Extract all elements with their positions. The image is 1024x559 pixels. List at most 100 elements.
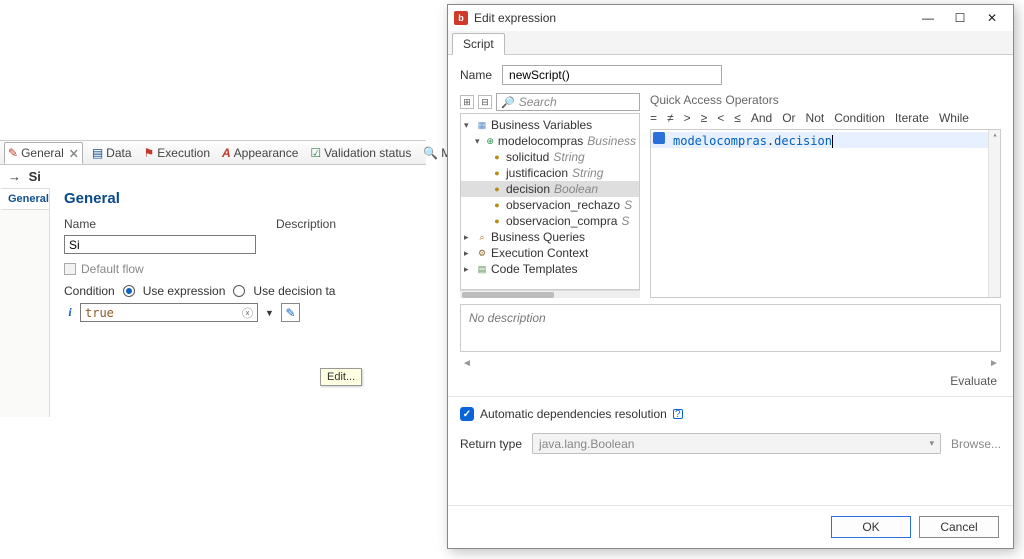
database-icon: ▦ [476, 119, 488, 131]
tree-scrollbar[interactable] [460, 290, 640, 298]
tree-node-field[interactable]: ● solicitudString [461, 149, 639, 165]
tree-label: justificacion [506, 166, 568, 180]
help-icon[interactable]: ? [673, 409, 683, 419]
tab-label: Execution [157, 146, 210, 160]
tree-node-business-variables[interactable]: ▾ ▦ Business Variables [461, 117, 639, 133]
pencil-icon: ✎ [285, 306, 295, 320]
view-tab-bar: ✎ General ⨯ ▤ Data ⚑ Execution A Appeara… [0, 141, 426, 165]
field-icon: ● [491, 215, 503, 227]
context-icon: ⚙ [476, 247, 488, 259]
tab-data[interactable]: ▤ Data [89, 142, 135, 164]
tab-script[interactable]: Script [452, 33, 505, 55]
editor-vscrollbar[interactable]: ▴ [988, 130, 1000, 297]
titlebar: b Edit expression — ☐ ✕ [448, 5, 1013, 31]
expand-all-button[interactable]: ⊞ [460, 95, 474, 109]
op-ne[interactable]: ≠ [667, 111, 674, 125]
op-ge[interactable]: ≥ [701, 111, 708, 125]
general-form: General Name Description Default flow Co [50, 188, 426, 417]
collapse-all-button[interactable]: ⊟ [478, 95, 492, 109]
field-icon: ● [491, 199, 503, 211]
breadcrumb: → Si [0, 165, 426, 188]
tooltip: Edit... [320, 368, 362, 386]
clear-icon[interactable]: ⓧ [242, 305, 253, 321]
edit-expression-dialog: b Edit expression — ☐ ✕ Script Name ⊞ [447, 4, 1014, 549]
tree-label: modelocompras [498, 134, 583, 148]
maximize-button[interactable]: ☐ [945, 8, 975, 28]
tree-node-field-selected[interactable]: ● decisionBoolean [461, 181, 639, 197]
default-flow-checkbox[interactable]: Default flow [64, 262, 416, 276]
op-while[interactable]: While [939, 111, 969, 125]
search-icon: 🔎 [501, 96, 515, 109]
tree-node-field[interactable]: ● observacion_rechazoS [461, 197, 639, 213]
tree-node-execution-context[interactable]: ▸ ⚙ Execution Context [461, 245, 639, 261]
name-input[interactable] [64, 235, 256, 254]
op-not[interactable]: Not [806, 111, 825, 125]
tree-type: Business [587, 134, 636, 148]
object-icon: ⊕ [485, 135, 495, 147]
radio-use-decision-table[interactable] [233, 285, 245, 297]
close-button[interactable]: ✕ [977, 8, 1007, 28]
tab-general[interactable]: ✎ General ⨯ [4, 142, 83, 164]
tree-node-business-queries[interactable]: ▸ ⌕ Business Queries [461, 229, 639, 245]
minimize-button[interactable]: — [913, 8, 943, 28]
condition-input[interactable]: true ⓧ [80, 303, 258, 322]
tree-label: solicitud [506, 150, 549, 164]
app-icon: b [454, 11, 468, 25]
ok-button[interactable]: OK [831, 516, 911, 538]
tab-appearance[interactable]: A Appearance [219, 142, 301, 164]
queries-icon: ⌕ [476, 231, 488, 243]
side-tab-general[interactable]: General [0, 188, 49, 210]
scroll-up-icon[interactable]: ▴ [989, 130, 1001, 142]
tree-node-field[interactable]: ● observacion_compraS [461, 213, 639, 229]
tree-node-field[interactable]: ● justificacionString [461, 165, 639, 181]
script-editor[interactable]: modelocompras.decision ▴ [650, 129, 1001, 298]
return-type-label: Return type [460, 437, 522, 451]
scroll-right-icon[interactable]: ► [987, 358, 1001, 369]
auto-dependencies-checkbox[interactable]: ✓ [460, 407, 474, 421]
field-icon: ● [491, 167, 503, 179]
op-condition[interactable]: Condition [834, 111, 885, 125]
scroll-left-icon[interactable]: ◄ [460, 358, 474, 369]
edit-expression-button[interactable]: ✎ [281, 303, 300, 322]
op-eq[interactable]: = [650, 111, 657, 125]
gutter-marker-icon [653, 132, 665, 144]
tree-node-modelocompras[interactable]: ▾ ⊕ modelocomprasBusiness [461, 133, 639, 149]
tree-label: Business Variables [491, 118, 592, 132]
dialog-title: Edit expression [474, 11, 907, 25]
tab-label: General [21, 146, 64, 160]
return-type-value: java.lang.Boolean [539, 437, 634, 451]
cancel-button[interactable]: Cancel [919, 516, 999, 538]
tree-search-input[interactable]: 🔎 Search [496, 93, 640, 111]
condition-value: true [85, 306, 114, 320]
tree-type: String [553, 150, 584, 164]
description-label: Description [276, 217, 336, 231]
evaluate-link[interactable]: Evaluate [950, 374, 997, 388]
properties-view: ✎ General ⨯ ▤ Data ⚑ Execution A Appeara… [0, 140, 426, 420]
checkbox-icon [64, 263, 76, 275]
tab-execution[interactable]: ⚑ Execution [141, 142, 213, 164]
op-iterate[interactable]: Iterate [895, 111, 929, 125]
op-and[interactable]: And [751, 111, 772, 125]
database-icon: ▤ [92, 146, 103, 160]
op-le[interactable]: ≤ [734, 111, 741, 125]
op-gt[interactable]: > [684, 111, 691, 125]
close-icon[interactable]: ⨯ [69, 146, 79, 160]
tab-validation[interactable]: ☑ Validation status [307, 142, 414, 164]
return-type-select[interactable]: java.lang.Boolean ▾ [532, 433, 941, 454]
browse-button[interactable]: Browse... [951, 437, 1001, 451]
field-icon: ● [491, 183, 503, 195]
radio-use-expression[interactable] [123, 285, 135, 297]
templates-icon: ▤ [476, 263, 488, 275]
editor-hscrollbar[interactable]: ◄ ► [460, 356, 1001, 370]
code-token-var: modelocompras [673, 134, 767, 148]
tree-node-code-templates[interactable]: ▸ ▤ Code Templates [461, 261, 639, 277]
script-name-input[interactable] [502, 65, 722, 85]
side-tabs: General [0, 188, 50, 417]
variable-tree[interactable]: ▾ ▦ Business Variables ▾ ⊕ modelocompras… [460, 113, 640, 290]
code-token-field: decision [774, 134, 832, 148]
tab-label: Data [106, 146, 131, 160]
appearance-icon: A [222, 146, 231, 160]
op-lt[interactable]: < [717, 111, 724, 125]
condition-dropdown[interactable]: ▼ [262, 302, 277, 323]
op-or[interactable]: Or [782, 111, 795, 125]
